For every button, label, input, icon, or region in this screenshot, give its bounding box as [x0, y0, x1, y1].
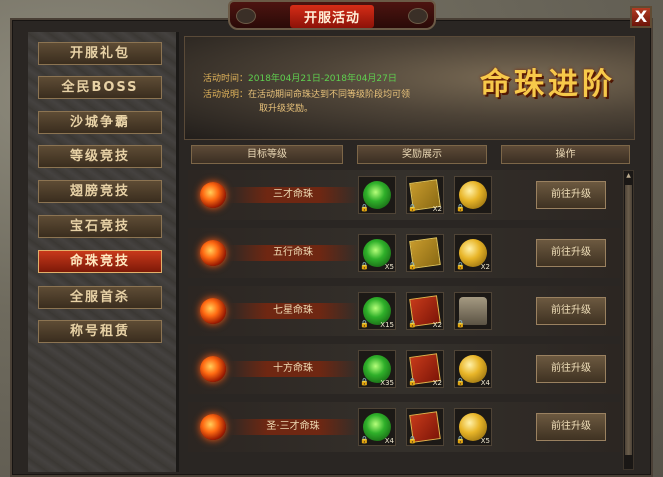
sidebar-item-castle-war[interactable]: 沙城争霸 — [38, 111, 162, 134]
go-upgrade-button[interactable]: 前往升级 — [536, 239, 606, 267]
go-upgrade-button[interactable]: 前往升级 — [536, 181, 606, 209]
column-header-target: 目标等级 — [191, 145, 343, 164]
reward-slot[interactable]: 🔒 X4 — [358, 408, 396, 446]
activity-banner-title: 命珠进阶 — [480, 67, 616, 102]
ornament-icon — [408, 8, 428, 24]
reward-quantity: X5 — [384, 263, 394, 271]
target-level-name: 七星命珠 — [228, 303, 358, 319]
sidebar: 开服礼包 全民BOSS 沙城争霸 等级竞技 翅膀竞技 宝石竞技 命珠竞技 全服首… — [28, 32, 179, 472]
activity-desc-line1: 在活动期间命珠达到不同等级阶段均可领 — [248, 90, 411, 100]
lock-icon: 🔒 — [408, 436, 417, 444]
target-level-name: 五行命珠 — [228, 245, 358, 261]
reward-quantity: X2 — [480, 263, 490, 271]
scroll-up-icon[interactable]: ▲ — [624, 171, 633, 181]
lock-icon: 🔒 — [456, 262, 465, 270]
reward-slot[interactable]: 🔒 X2 — [406, 176, 444, 214]
reward-slot[interactable]: 🔒 X15 — [358, 292, 396, 330]
reward-slot[interactable]: 🔒 X2 — [406, 350, 444, 388]
activity-time: 活动时间：2018年04月21日-2018年04月27日 — [203, 71, 397, 84]
fire-orb-icon — [200, 356, 226, 382]
column-header-action: 操作 — [501, 145, 630, 164]
reward-quantity: X2 — [432, 321, 442, 329]
lock-icon: 🔒 — [360, 436, 369, 444]
sidebar-item-gift-pack[interactable]: 开服礼包 — [38, 42, 162, 65]
reward-quantity: X2 — [432, 379, 442, 387]
sidebar-item-title-rent[interactable]: 称号租赁 — [38, 320, 162, 343]
fire-orb-icon — [200, 298, 226, 324]
lock-icon: 🔒 — [360, 378, 369, 386]
activity-time-value: 2018年04月21日-2018年04月27日 — [248, 74, 397, 84]
target-level-name: 圣·三才命珠 — [228, 419, 358, 435]
close-icon: X — [634, 7, 648, 26]
table-row: 三才命珠 🔒 🔒 X2 🔒 前往升级 — [188, 170, 620, 220]
lock-icon: 🔒 — [408, 262, 417, 270]
reward-slot[interactable]: 🔒 — [358, 176, 396, 214]
reward-slot[interactable]: 🔒 X4 — [454, 350, 492, 388]
ornament-icon — [236, 8, 256, 24]
fire-orb-icon — [200, 414, 226, 440]
column-header-rewards: 奖励展示 — [357, 145, 487, 164]
lock-icon: 🔒 — [456, 204, 465, 212]
table-row: 圣·三才命珠 🔒 X4 🔒 🔒 X5 前往升级 — [188, 402, 620, 452]
target-level-name: 十方命珠 — [228, 361, 358, 377]
activity-time-label: 活动时间： — [203, 74, 249, 84]
fire-orb-icon — [200, 182, 226, 208]
lock-icon: 🔒 — [408, 320, 417, 328]
sidebar-item-world-boss[interactable]: 全民BOSS — [38, 76, 162, 99]
lock-icon: 🔒 — [408, 204, 417, 212]
reward-quantity: X4 — [480, 379, 490, 387]
close-button[interactable]: X — [630, 6, 652, 28]
sidebar-item-gem-race[interactable]: 宝石竞技 — [38, 215, 162, 238]
reward-slot[interactable]: 🔒 X2 — [406, 292, 444, 330]
list-scrollbar[interactable]: ▲ — [623, 170, 634, 470]
lock-icon: 🔒 — [456, 320, 465, 328]
table-row: 七星命珠 🔒 X15 🔒 X2 🔒 前往升级 — [188, 286, 620, 336]
scroll-thumb[interactable] — [625, 185, 632, 455]
sidebar-item-first-kill[interactable]: 全服首杀 — [38, 286, 162, 309]
go-upgrade-button[interactable]: 前往升级 — [536, 355, 606, 383]
reward-quantity: X4 — [384, 437, 394, 445]
window-title-banner: 开服活动 — [228, 0, 436, 30]
sidebar-item-orb-race[interactable]: 命珠竞技 — [38, 250, 162, 273]
activity-desc-line2: 取升级奖励。 — [259, 104, 314, 114]
go-upgrade-button[interactable]: 前往升级 — [536, 413, 606, 441]
reward-slot[interactable]: 🔒 X5 — [454, 408, 492, 446]
fire-orb-icon — [200, 240, 226, 266]
reward-slot[interactable]: 🔒 X35 — [358, 350, 396, 388]
lock-icon: 🔒 — [408, 378, 417, 386]
reward-slot[interactable]: 🔒 X2 — [454, 234, 492, 272]
activity-desc: 活动说明：在活动期间命珠达到不同等级阶段均可领 — [203, 87, 410, 100]
reward-quantity: X15 — [380, 321, 394, 329]
reward-slot[interactable]: 🔒 — [454, 176, 492, 214]
lock-icon: 🔒 — [456, 378, 465, 386]
table-row: 五行命珠 🔒 X5 🔒 🔒 X2 前往升级 — [188, 228, 620, 278]
activity-header: 活动时间：2018年04月21日-2018年04月27日 活动说明：在活动期间命… — [184, 36, 635, 140]
lock-icon: 🔒 — [360, 204, 369, 212]
reward-list: 三才命珠 🔒 🔒 X2 🔒 前往升级 五行命珠 🔒 X5 🔒 🔒 X2 前往升级… — [188, 170, 620, 470]
sidebar-item-level-race[interactable]: 等级竞技 — [38, 145, 162, 168]
window-title: 开服活动 — [289, 5, 374, 28]
go-upgrade-button[interactable]: 前往升级 — [536, 297, 606, 325]
reward-slot[interactable]: 🔒 — [406, 234, 444, 272]
target-level-name: 三才命珠 — [228, 187, 358, 203]
lock-icon: 🔒 — [360, 320, 369, 328]
lock-icon: 🔒 — [456, 436, 465, 444]
table-row: 十方命珠 🔒 X35 🔒 X2 🔒 X4 前往升级 — [188, 344, 620, 394]
reward-slot[interactable]: 🔒 — [454, 292, 492, 330]
reward-quantity: X5 — [480, 437, 490, 445]
reward-slot[interactable]: 🔒 X5 — [358, 234, 396, 272]
activity-desc-label: 活动说明： — [203, 90, 249, 100]
sidebar-item-wing-race[interactable]: 翅膀竞技 — [38, 180, 162, 203]
reward-quantity: X2 — [432, 205, 442, 213]
reward-slot[interactable]: 🔒 — [406, 408, 444, 446]
reward-quantity: X35 — [380, 379, 394, 387]
lock-icon: 🔒 — [360, 262, 369, 270]
